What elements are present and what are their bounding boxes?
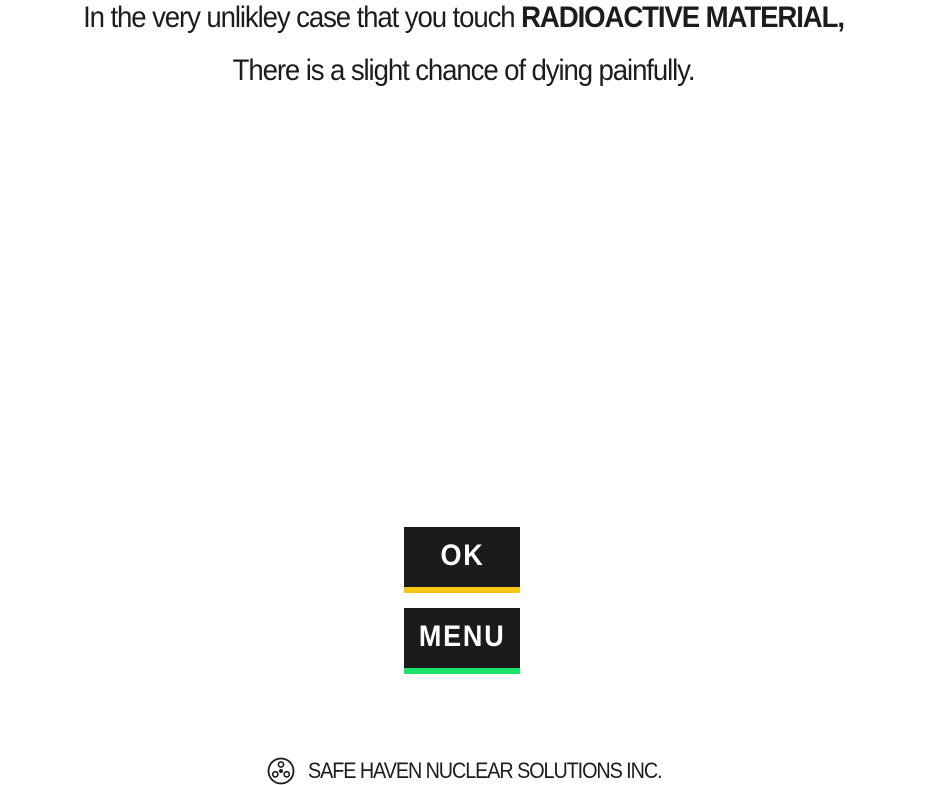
company-footer: SAFE HAVEN NUCLEAR SOLUTIONS INC. bbox=[266, 756, 701, 785]
radiation-trefoil-icon bbox=[267, 757, 295, 785]
ok-button[interactable]: OK bbox=[404, 527, 520, 593]
warning-text-prefix: In the very unlikley case that you touch bbox=[83, 1, 522, 34]
warning-emphasis: RADIOACTIVE MATERIAL bbox=[521, 1, 838, 34]
warning-line-1: In the very unlikley case that you touch… bbox=[37, 0, 890, 44]
warning-message: In the very unlikley case that you touch… bbox=[37, 0, 890, 97]
menu-button-label: MENU bbox=[418, 620, 506, 653]
ok-button-label: OK bbox=[439, 539, 485, 572]
warning-line-2: There is a slight chance of dying painfu… bbox=[232, 54, 696, 87]
warning-text-suffix: , bbox=[837, 1, 845, 34]
menu-button[interactable]: MENU bbox=[404, 608, 520, 674]
company-name: SAFE HAVEN NUCLEAR SOLUTIONS INC. bbox=[308, 758, 663, 783]
